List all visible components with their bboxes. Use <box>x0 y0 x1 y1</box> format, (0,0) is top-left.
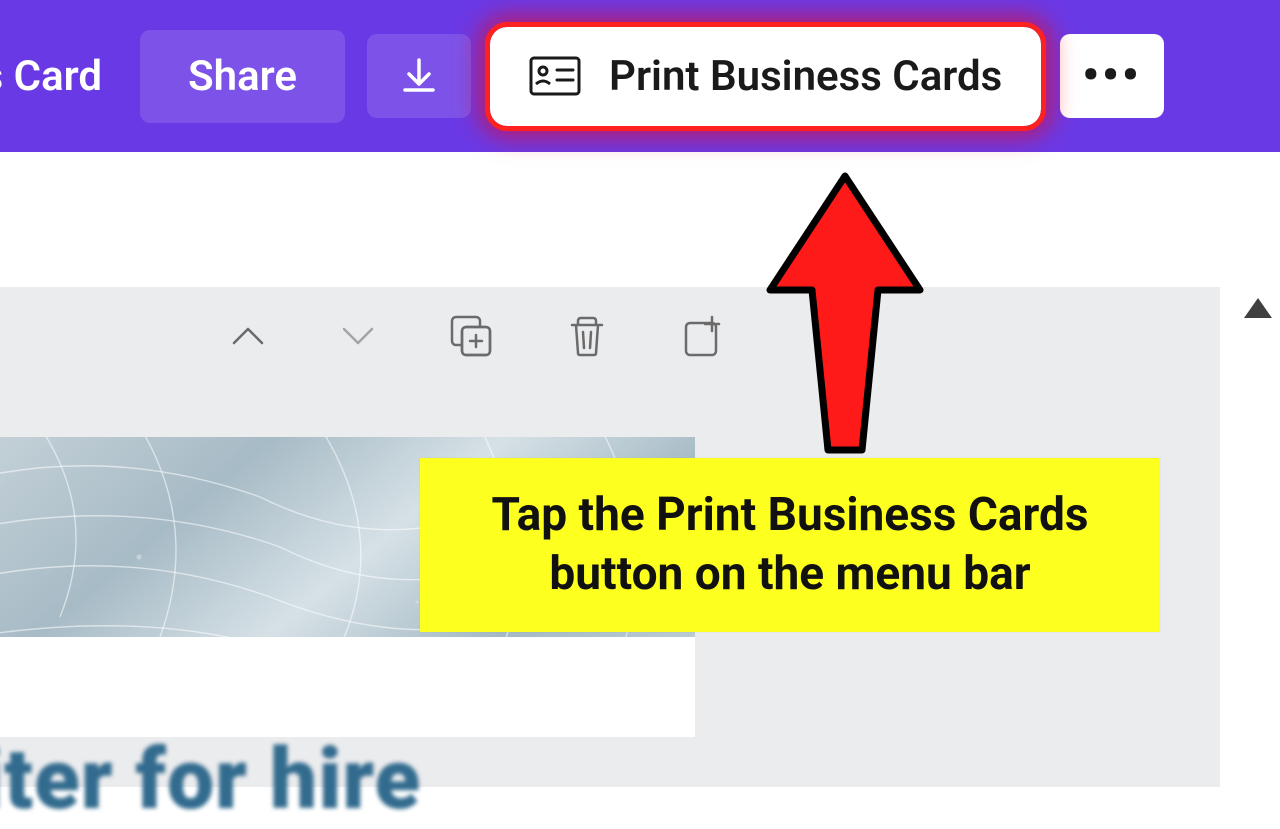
callout-line-1: Tap the Print Business Cards <box>491 488 1088 542</box>
more-options-button[interactable]: ••• <box>1060 34 1163 118</box>
document-title: ss Card <box>0 52 118 101</box>
add-page-button[interactable] <box>680 313 726 359</box>
page-toolbar <box>0 287 1220 385</box>
download-button[interactable] <box>367 34 471 118</box>
workspace-gap <box>0 152 1280 287</box>
tutorial-callout: Tap the Print Business Cards button on t… <box>420 458 1160 632</box>
download-icon <box>399 56 439 96</box>
card-headline-text[interactable]: iter for hire <box>0 730 421 829</box>
callout-line-2: button on the menu bar <box>549 547 1030 601</box>
share-button-label: Share <box>188 52 297 101</box>
delete-page-button[interactable] <box>564 313 610 359</box>
duplicate-page-button[interactable] <box>448 313 494 359</box>
share-button[interactable]: Share <box>140 30 345 123</box>
print-business-cards-button[interactable]: Print Business Cards <box>493 32 1038 121</box>
move-page-down-button[interactable] <box>338 323 378 349</box>
business-card-icon <box>529 56 581 96</box>
print-button-label: Print Business Cards <box>609 52 1002 101</box>
move-page-up-button[interactable] <box>228 323 268 349</box>
top-menu-bar: ss Card Share Print Business Cards ••• <box>0 0 1280 152</box>
scroll-up-arrow[interactable] <box>1244 298 1272 318</box>
